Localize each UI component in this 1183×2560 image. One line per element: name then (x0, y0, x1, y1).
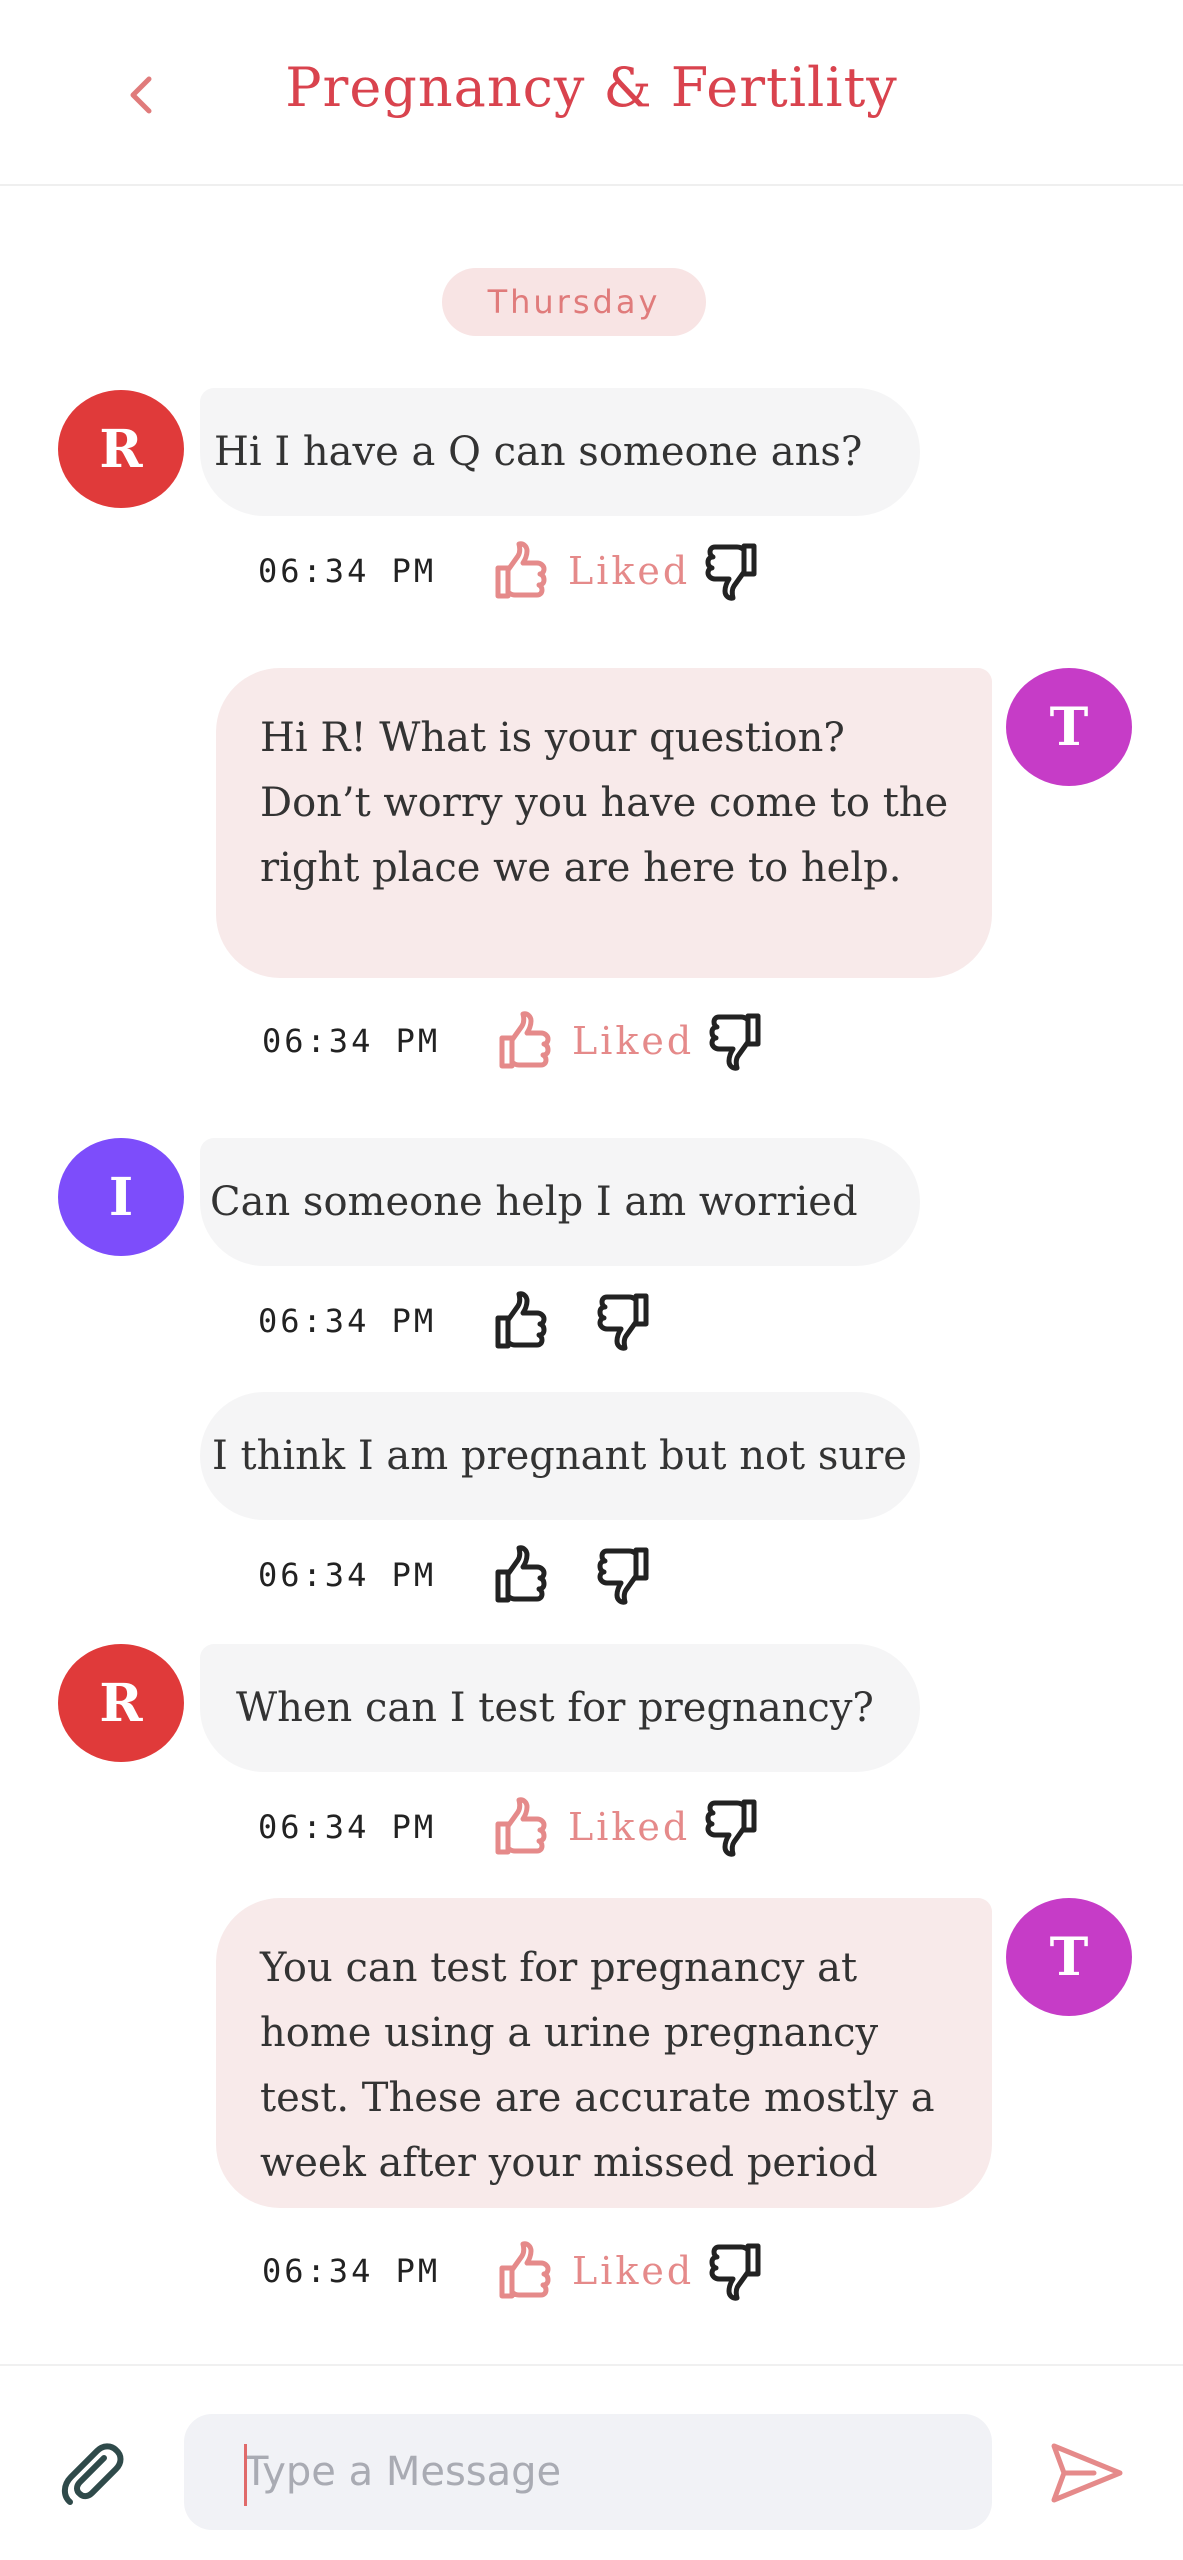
message-time: 06:34 PM (258, 1556, 437, 1594)
page-title: Pregnancy & Fertility (285, 56, 898, 119)
avatar-initial: R (99, 1672, 143, 1734)
thumb-down-icon (702, 538, 762, 604)
avatar[interactable]: R (58, 390, 184, 508)
thumb-down-icon (594, 1542, 654, 1608)
message-text: Hi R! What is your question? Don’t worry… (260, 715, 949, 891)
like-button[interactable] (490, 1794, 550, 1860)
like-button[interactable] (490, 1288, 550, 1354)
message-meta: 06:34 PM Liked (262, 2236, 766, 2306)
message-meta: 06:34 PM Liked (262, 1006, 766, 1076)
thumb-down-icon (706, 2238, 766, 2304)
paperclip-icon (61, 2443, 124, 2505)
send-button[interactable] (1048, 2438, 1128, 2508)
avatar-initial: T (1049, 1926, 1089, 1988)
message-time: 06:34 PM (258, 1808, 437, 1846)
message-time: 06:34 PM (262, 1022, 441, 1060)
thumb-up-icon (490, 538, 550, 604)
like-button[interactable] (490, 1542, 550, 1608)
avatar-initial: T (1049, 696, 1089, 758)
attach-button[interactable] (56, 2438, 126, 2508)
message-input[interactable] (184, 2414, 992, 2530)
message-bubble[interactable]: Hi I have a Q can someone ans? (200, 388, 920, 516)
message-time: 06:34 PM (258, 1302, 437, 1340)
like-button[interactable] (494, 2238, 554, 2304)
message-bubble[interactable]: Can someone help I am worried (200, 1138, 920, 1266)
message-bubble[interactable]: When can I test for pregnancy? (200, 1644, 920, 1772)
avatar-initial: R (99, 418, 143, 480)
thumb-up-icon (490, 1288, 550, 1354)
dislike-button[interactable] (702, 538, 762, 604)
thumb-down-icon (702, 1794, 762, 1860)
message-text: You can test for pregnancy at home using… (260, 1945, 935, 2186)
thumb-up-icon (494, 1008, 554, 1074)
dislike-button[interactable] (706, 2238, 766, 2304)
thumb-down-icon (594, 1288, 654, 1354)
liked-label: Liked (568, 1805, 691, 1849)
liked-label: Liked (572, 2249, 695, 2293)
dislike-button[interactable] (594, 1542, 654, 1608)
avatar[interactable]: I (58, 1138, 184, 1256)
thumb-up-icon (494, 2238, 554, 2304)
like-button[interactable] (494, 1008, 554, 1074)
message-text: Can someone help I am worried (210, 1178, 858, 1225)
dislike-button[interactable] (702, 1794, 762, 1860)
thumb-up-icon (490, 1794, 550, 1860)
message-bubble[interactable]: Hi R! What is your question? Don’t worry… (216, 668, 992, 978)
thumb-down-icon (706, 1008, 766, 1074)
avatar[interactable]: T (1006, 668, 1132, 786)
message-text: Hi I have a Q can someone ans? (214, 428, 863, 475)
message-meta: 06:34 PM (258, 1286, 654, 1356)
message-composer (0, 2364, 1183, 2560)
liked-label: Liked (568, 549, 691, 593)
avatar[interactable]: T (1006, 1898, 1132, 2016)
like-button[interactable] (490, 538, 550, 604)
avatar[interactable]: R (58, 1644, 184, 1762)
day-separator: Thursday (442, 268, 706, 336)
message-text: When can I test for pregnancy? (236, 1684, 874, 1731)
message-meta: 06:34 PM (258, 1540, 654, 1610)
dislike-button[interactable] (594, 1288, 654, 1354)
message-time: 06:34 PM (258, 552, 437, 590)
message-meta: 06:34 PM Liked (258, 1792, 762, 1862)
message-bubble[interactable]: I think I am pregnant but not sure (200, 1392, 920, 1520)
message-time: 06:34 PM (262, 2252, 441, 2290)
send-icon (1051, 2443, 1123, 2503)
message-bubble[interactable]: You can test for pregnancy at home using… (216, 1898, 992, 2208)
liked-label: Liked (572, 1019, 695, 1063)
message-meta: 06:34 PM Liked (258, 536, 762, 606)
text-caret (244, 2444, 247, 2506)
thumb-up-icon (490, 1542, 550, 1608)
dislike-button[interactable] (706, 1008, 766, 1074)
message-text: I think I am pregnant but not sure (212, 1432, 907, 1479)
header: Pregnancy & Fertility (0, 0, 1183, 186)
avatar-initial: I (108, 1166, 134, 1228)
